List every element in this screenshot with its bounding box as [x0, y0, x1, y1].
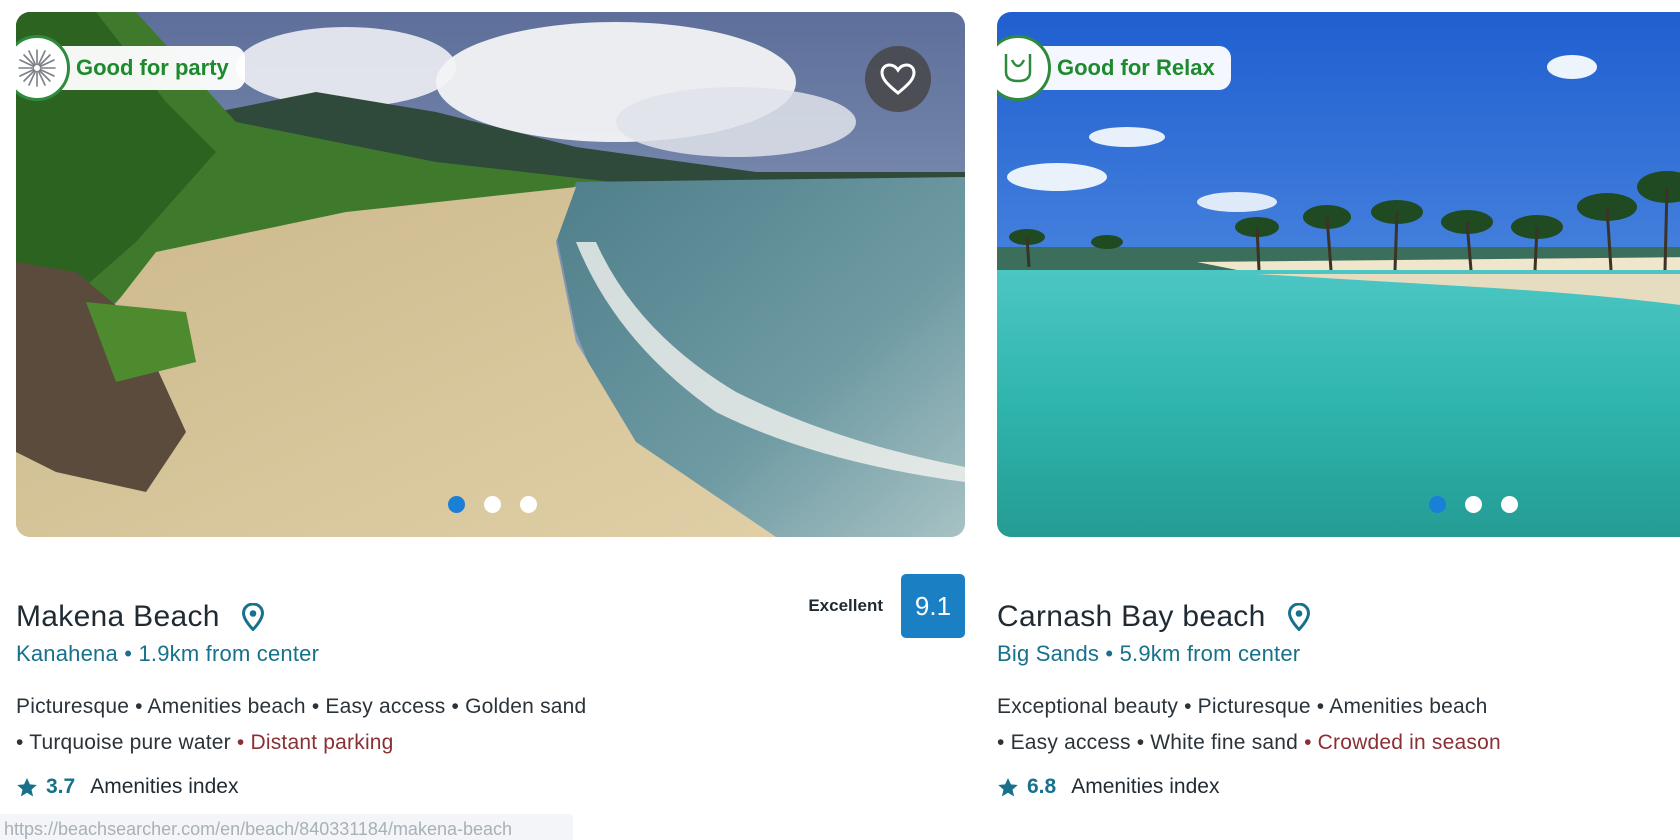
carousel-dot[interactable]: [1465, 496, 1482, 513]
amenities-score: 6.8: [1027, 775, 1057, 798]
beach-name[interactable]: Makena Beach: [16, 600, 220, 634]
beach-features: Picturesque • Amenities beach • Easy acc…: [16, 689, 965, 761]
heart-icon: [880, 63, 916, 95]
features-line: Exceptional beauty • Picturesque • Ameni…: [997, 695, 1488, 718]
carousel-dot[interactable]: [484, 496, 501, 513]
status-bar-url: https://beachsearcher.com/en/beach/84033…: [0, 814, 573, 840]
star-icon: [17, 777, 37, 796]
good-for-tag: Good for party: [16, 35, 245, 101]
beach-photo-image: [997, 12, 1680, 537]
beach-name[interactable]: Carnash Bay beach: [997, 600, 1266, 634]
beach-features: Exceptional beauty • Picturesque • Ameni…: [997, 689, 1680, 761]
tag-label: Good for party: [56, 46, 245, 90]
beach-photo[interactable]: Good for party: [16, 12, 965, 537]
beach-info: Makena Beach Kanahena • 1.9km from cente…: [16, 574, 965, 799]
amenities-label: Amenities index: [1071, 775, 1220, 798]
features-line: • Easy access • White fine sand • Crowde…: [997, 725, 1680, 761]
features-text: • Turquoise pure water: [16, 731, 231, 754]
tag-label: Good for Relax: [1037, 46, 1231, 90]
star-icon: [998, 777, 1018, 796]
carousel-dots: [1429, 496, 1518, 513]
map-pin-icon[interactable]: [241, 603, 264, 631]
beach-card-carnash[interactable]: Good for Relax Carnash Bay beach Big San…: [997, 12, 1680, 799]
rating-score-badge: 9.1: [901, 574, 965, 638]
carousel-dot[interactable]: [1429, 496, 1446, 513]
beach-photo-image: [16, 12, 965, 537]
negative-feature: • Distant parking: [230, 731, 394, 754]
features-line: • Turquoise pure water • Distant parking: [16, 725, 965, 761]
beach-photo[interactable]: Good for Relax: [997, 12, 1680, 537]
good-for-tag: Good for Relax: [997, 35, 1231, 101]
features-line: Picturesque • Amenities beach • Easy acc…: [16, 695, 587, 718]
map-pin-icon[interactable]: [1287, 603, 1310, 631]
features-text: • Easy access • White fine sand: [997, 731, 1299, 754]
beach-card-makena[interactable]: Good for party Makena Beach Kanahena • 1…: [16, 12, 965, 799]
amenities-label: Amenities index: [90, 775, 239, 798]
carousel-dot[interactable]: [520, 496, 537, 513]
favorite-button[interactable]: [865, 46, 931, 112]
beach-location: Kanahena • 1.9km from center: [16, 641, 320, 666]
title-row: Carnash Bay beach: [997, 597, 1680, 637]
amenities-index: 6.8 Amenities index: [997, 775, 1680, 799]
beach-info: Carnash Bay beach Big Sands • 5.9km from…: [997, 597, 1680, 799]
rating: Excellent 9.1: [808, 574, 965, 638]
rating-word: Excellent: [808, 596, 883, 615]
carousel-dots: [448, 496, 537, 513]
amenities-score: 3.7: [46, 775, 76, 798]
carousel-dot[interactable]: [448, 496, 465, 513]
amenities-index: 3.7 Amenities index: [16, 775, 965, 799]
negative-feature: • Crowded in season: [1298, 731, 1501, 754]
beach-location: Big Sands • 5.9km from center: [997, 641, 1301, 666]
carousel-dot[interactable]: [1501, 496, 1518, 513]
